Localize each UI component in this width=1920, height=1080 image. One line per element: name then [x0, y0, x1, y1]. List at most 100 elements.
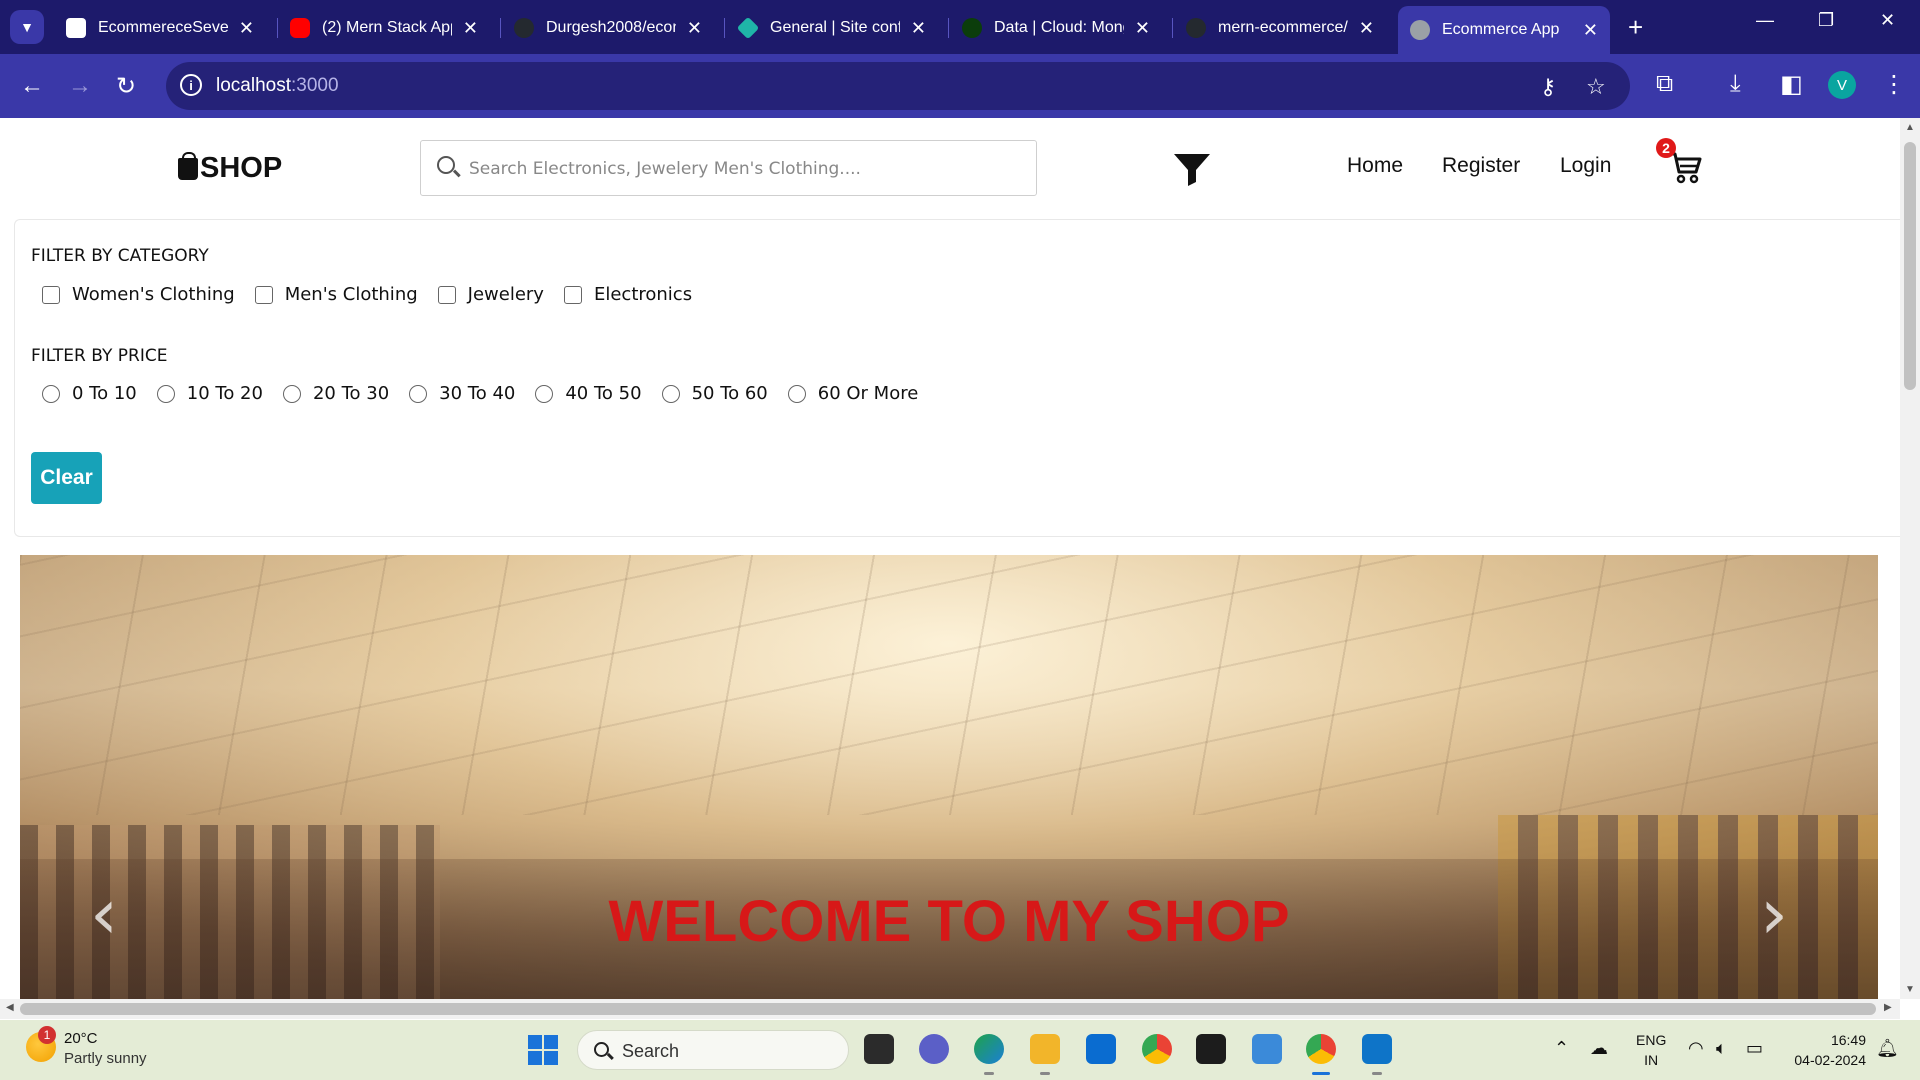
close-window-icon[interactable]: ✕ — [1880, 10, 1895, 31]
site-info-icon[interactable]: i — [180, 74, 202, 96]
language-indicator[interactable]: ENG IN — [1636, 1030, 1666, 1070]
radio-button[interactable] — [535, 384, 554, 403]
clear-filters-button[interactable]: Clear — [31, 452, 102, 504]
search-input[interactable] — [469, 155, 1009, 183]
vscode-icon[interactable] — [1362, 1034, 1392, 1075]
filter-funnel-icon[interactable] — [1174, 152, 1210, 186]
scroll-down-icon[interactable]: ▼ — [1905, 984, 1915, 995]
profile-avatar[interactable]: V — [1828, 71, 1856, 99]
filter-panel: FILTER BY CATEGORY Women's Clothing Men'… — [14, 219, 1900, 537]
price-option[interactable]: 60 Or More — [787, 383, 918, 404]
file-explorer-icon[interactable] — [1030, 1034, 1060, 1075]
notification-bell-icon[interactable]: 🔔︎ — [1876, 1038, 1899, 1059]
extensions-icon[interactable]: ⧉ — [1656, 70, 1673, 98]
nav-home-link[interactable]: Home — [1347, 154, 1403, 178]
bookmark-star-icon[interactable]: ☆ — [1586, 74, 1606, 100]
new-tab-button[interactable]: + — [1628, 12, 1643, 43]
scroll-right-icon[interactable]: ▶ — [1884, 1002, 1892, 1013]
category-option[interactable]: Jewelery — [437, 284, 544, 305]
checkbox[interactable] — [437, 285, 456, 304]
browser-tab[interactable]: EcommereceSever ✕ — [54, 8, 266, 48]
category-option[interactable]: Women's Clothing — [42, 284, 235, 305]
carousel-next-icon[interactable]: › — [1760, 873, 1788, 955]
price-option[interactable]: 0 To 10 — [42, 383, 137, 404]
task-view-icon[interactable] — [864, 1034, 894, 1064]
radio-button[interactable] — [787, 384, 806, 403]
edge-icon[interactable] — [974, 1034, 1004, 1075]
carousel-prev-icon[interactable]: ‹ — [90, 873, 118, 955]
chrome-profile-icon[interactable] — [1306, 1034, 1336, 1075]
browser-tab[interactable]: mern-ecommerce/ ✕ — [1174, 8, 1386, 48]
radio-button[interactable] — [42, 384, 60, 403]
search-box[interactable] — [420, 140, 1037, 196]
hero-title: WELCOME TO MY SHOP — [608, 889, 1290, 954]
price-option[interactable]: 50 To 60 — [661, 383, 768, 404]
taskbar-search[interactable]: Search — [577, 1030, 849, 1070]
forward-arrow-icon[interactable]: → — [68, 72, 92, 100]
download-icon[interactable]: ⤓ — [1730, 70, 1741, 98]
menu-kebab-icon[interactable]: ⋮ — [1882, 70, 1906, 99]
price-option[interactable]: 40 To 50 — [535, 383, 642, 404]
price-option[interactable]: 10 To 20 — [156, 383, 263, 404]
close-tab-icon[interactable]: ✕ — [239, 18, 254, 39]
wifi-icon[interactable]: ◠ — [1688, 1038, 1704, 1059]
browser-tab[interactable]: Durgesh2008/econ ✕ — [502, 8, 714, 48]
restore-icon[interactable]: ❐ — [1818, 10, 1834, 31]
close-tab-icon[interactable]: ✕ — [911, 18, 926, 39]
shop-logo[interactable]: SHOP — [178, 151, 282, 185]
tab-title: (2) Mern Stack App — [322, 19, 452, 36]
scroll-left-icon[interactable]: ◀ — [6, 1002, 14, 1013]
terminal-icon[interactable] — [1196, 1034, 1226, 1064]
browser-tab[interactable]: (2) Mern Stack App ✕ — [278, 8, 490, 48]
tab-search-button[interactable]: ▼ — [10, 10, 44, 44]
close-tab-icon[interactable]: ✕ — [687, 18, 702, 39]
radio-button[interactable] — [156, 384, 175, 403]
radio-button[interactable] — [282, 384, 301, 403]
radio-button[interactable] — [409, 384, 428, 403]
scroll-up-icon[interactable]: ▲ — [1905, 122, 1915, 133]
close-tab-icon[interactable]: ✕ — [1135, 18, 1150, 39]
close-tab-icon[interactable]: ✕ — [1359, 18, 1374, 39]
checkbox[interactable] — [254, 285, 273, 304]
browser-tab[interactable]: Data | Cloud: Mong ✕ — [950, 8, 1162, 48]
price-option[interactable]: 30 To 40 — [409, 383, 515, 404]
price-option[interactable]: 20 To 30 — [282, 383, 389, 404]
checkbox[interactable] — [42, 285, 60, 304]
nav-register-link[interactable]: Register — [1442, 154, 1520, 178]
chrome-icon[interactable] — [1142, 1034, 1172, 1064]
scrollbar-thumb[interactable] — [1904, 142, 1916, 390]
cart-icon[interactable] — [1668, 150, 1702, 184]
chevron-up-icon[interactable]: ⌃ — [1554, 1038, 1569, 1059]
battery-icon[interactable]: ▭ — [1746, 1038, 1763, 1059]
browser-tab-strip: ▼ EcommereceSever ✕ (2) Mern Stack App ✕… — [0, 0, 1920, 54]
key-icon[interactable]: ⚷ — [1540, 74, 1556, 100]
url-text[interactable]: localhost:3000 — [216, 75, 339, 97]
windows-start-icon[interactable] — [528, 1035, 558, 1065]
cloud-offline-icon[interactable]: ☁ — [1590, 1038, 1608, 1059]
address-bar[interactable]: i localhost:3000 ⚷ ☆ — [166, 62, 1630, 110]
vertical-scrollbar[interactable]: ▲ ▼ — [1900, 118, 1920, 999]
tab-title: mern-ecommerce/ — [1218, 19, 1348, 36]
browser-tab[interactable]: General | Site confi ✕ — [726, 8, 938, 48]
store-icon[interactable] — [1086, 1034, 1116, 1064]
reload-icon[interactable]: ↻ — [116, 72, 136, 101]
teams-chat-icon[interactable] — [919, 1034, 949, 1064]
keyboard-app-icon[interactable] — [1252, 1034, 1282, 1064]
horizontal-scrollbar[interactable]: ◀ ▶ — [0, 999, 1900, 1019]
volume-icon[interactable]: 🔈︎ — [1716, 1038, 1727, 1059]
close-tab-icon[interactable]: ✕ — [463, 18, 478, 39]
category-option[interactable]: Men's Clothing — [254, 284, 418, 305]
category-option[interactable]: Electronics — [563, 284, 692, 305]
scrollbar-thumb[interactable] — [20, 1003, 1876, 1015]
minimize-icon[interactable]: — — [1756, 10, 1774, 31]
radio-button[interactable] — [661, 384, 680, 403]
nav-login-link[interactable]: Login — [1560, 154, 1611, 178]
side-panel-icon[interactable]: ◧ — [1780, 70, 1803, 99]
system-clock[interactable]: 16:49 04-02-2024 — [1786, 1030, 1866, 1070]
checkbox[interactable] — [563, 285, 582, 304]
back-arrow-icon[interactable]: ← — [20, 72, 44, 100]
weather-temperature[interactable]: 20°C — [64, 1030, 98, 1047]
weather-description[interactable]: Partly sunny — [64, 1050, 147, 1067]
close-tab-icon[interactable]: ✕ — [1583, 20, 1598, 41]
browser-tab-active[interactable]: Ecommerce App ✕ — [1398, 6, 1610, 54]
